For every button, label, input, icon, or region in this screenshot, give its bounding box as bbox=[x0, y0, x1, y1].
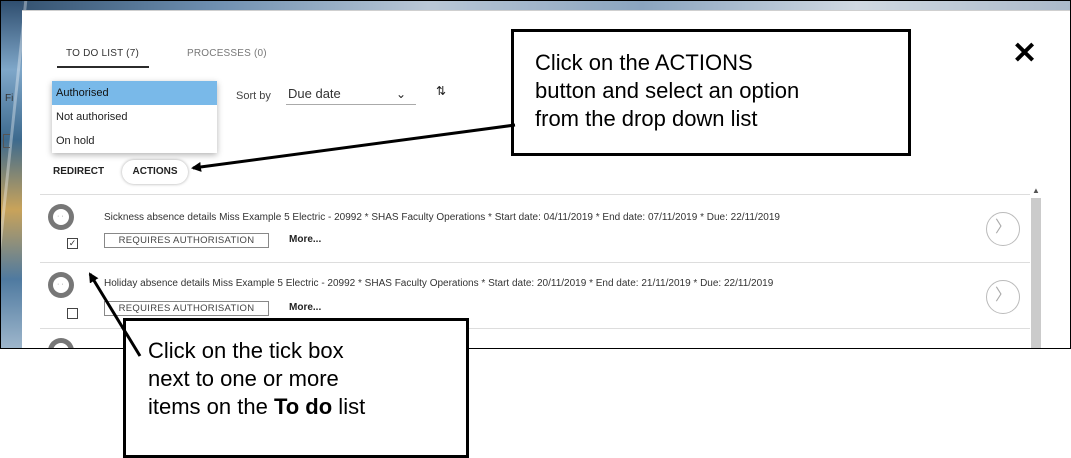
scrollbar[interactable] bbox=[1031, 198, 1041, 349]
chevron-down-icon[interactable]: ⌄ bbox=[396, 87, 406, 101]
row-divider bbox=[40, 194, 1030, 195]
callout-actions: Click on the ACTIONS button and select a… bbox=[511, 29, 911, 156]
sort-direction-icon[interactable]: ⇅ bbox=[436, 84, 446, 98]
filter-dropdown-menu: Authorised Not authorised On hold bbox=[52, 81, 217, 153]
callout-text: list bbox=[332, 394, 366, 419]
callout-text: items on the bbox=[148, 394, 274, 419]
callout-line: Click on the tick box bbox=[148, 338, 344, 363]
more-link[interactable]: More... bbox=[289, 302, 321, 313]
avatar-icon: ·· bbox=[48, 204, 74, 230]
filter-label: Fi bbox=[5, 93, 14, 104]
scroll-up-icon[interactable]: ▲ bbox=[1031, 186, 1041, 195]
select-all-checkbox[interactable] bbox=[3, 134, 10, 148]
filter-option-not-authorised[interactable]: Not authorised bbox=[52, 105, 217, 129]
callout-line: button and select an option bbox=[535, 78, 800, 103]
sort-select[interactable]: Due date bbox=[288, 86, 341, 101]
chevron-right-icon[interactable]: 〉 bbox=[986, 280, 1020, 314]
active-tab-indicator bbox=[57, 66, 149, 68]
row-divider bbox=[40, 262, 1030, 263]
redirect-button[interactable]: REDIRECT bbox=[53, 166, 104, 177]
task-description: Holiday absence details Miss Example 5 E… bbox=[104, 278, 774, 289]
callout-line: from the drop down list bbox=[535, 106, 758, 131]
task-description: Sickness absence details Miss Example 5 … bbox=[104, 212, 780, 223]
status-badge: REQUIRES AUTHORISATION bbox=[104, 301, 269, 316]
more-link[interactable]: More... bbox=[289, 234, 321, 245]
filter-option-on-hold[interactable]: On hold bbox=[52, 129, 217, 153]
callout-line: items on the To do list bbox=[148, 393, 466, 421]
close-icon[interactable]: ✕ bbox=[1012, 36, 1037, 71]
actions-button[interactable]: ACTIONS bbox=[122, 160, 188, 184]
tab-todo-list[interactable]: TO DO LIST (7) bbox=[66, 48, 139, 59]
row-checkbox[interactable] bbox=[67, 308, 78, 319]
callout-line: next to one or more bbox=[148, 366, 339, 391]
chevron-right-icon[interactable]: 〉 bbox=[986, 212, 1020, 246]
filter-option-authorised[interactable]: Authorised bbox=[52, 81, 217, 105]
tab-processes[interactable]: PROCESSES (0) bbox=[187, 48, 267, 59]
callout-bold-text: To do bbox=[273, 394, 333, 419]
sort-by-label: Sort by bbox=[236, 90, 271, 102]
sort-select-underline bbox=[286, 104, 416, 105]
background-image-left bbox=[0, 0, 22, 349]
status-badge: REQUIRES AUTHORISATION bbox=[104, 233, 269, 248]
row-checkbox[interactable]: ✓ bbox=[67, 238, 78, 249]
avatar-icon: ·· bbox=[48, 272, 74, 298]
callout-tick-box: Click on the tick box next to one or mor… bbox=[123, 318, 469, 458]
callout-line: Click on the ACTIONS bbox=[535, 50, 753, 75]
